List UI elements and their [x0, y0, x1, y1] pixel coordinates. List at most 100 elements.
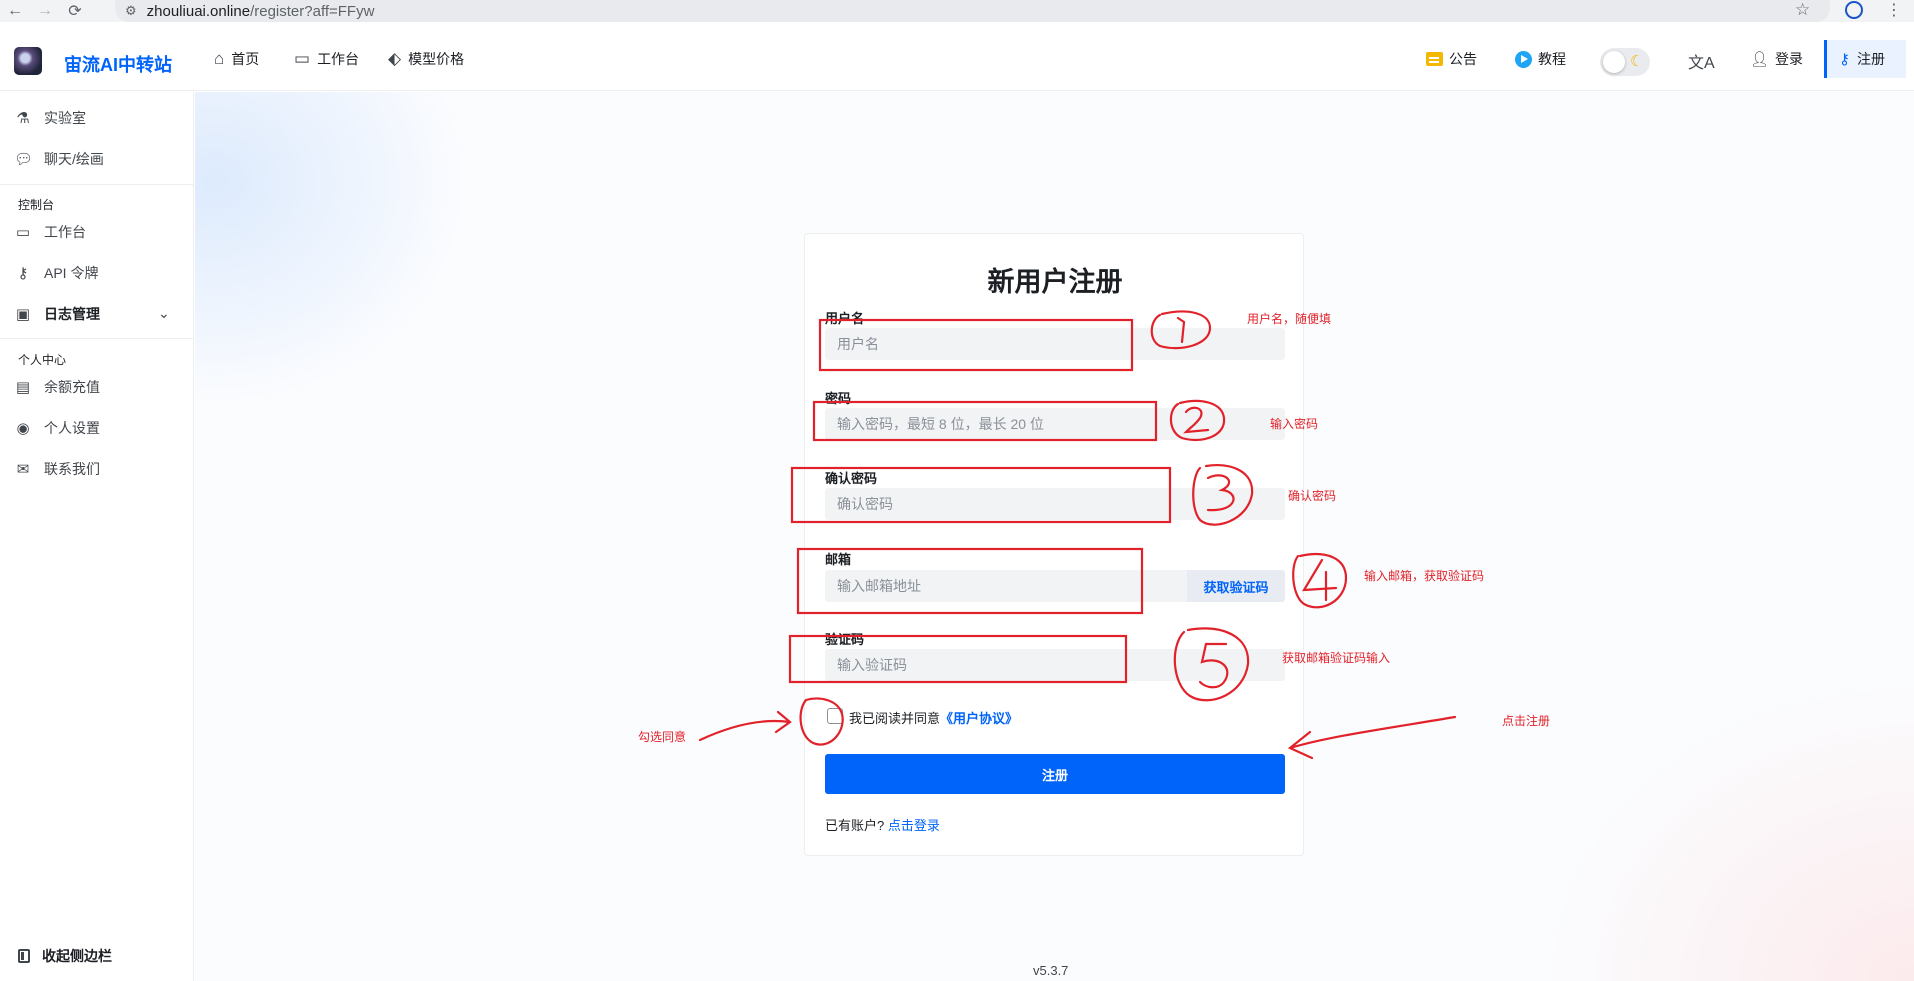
password-label: 密码 [825, 391, 852, 406]
sidebar-item-api-token[interactable]: ⚷ API 令牌 [14, 263, 99, 283]
url-host: zhouliuai.online [146, 2, 251, 20]
sidebar-item-recharge[interactable]: ▤ 余额充值 [14, 377, 100, 397]
profile-icon[interactable] [1845, 1, 1863, 19]
have-account-label: 已有账户? [825, 818, 885, 833]
register-card: 新用户注册 用户名 密码 确认密码 邮箱 获取验证码 验证码 我已阅读并同意《用… [804, 233, 1304, 856]
key-icon: ⚷ [17, 265, 29, 282]
browser-toolbar: ← → ⟳ ⚙ zhouliuai.online/register?aff=FF… [0, 0, 1914, 22]
moon-icon: ☾ [1630, 53, 1644, 70]
chat-icon: 💬︎ [14, 151, 34, 168]
sidebar-divider [0, 338, 194, 339]
brand-name[interactable]: 宙流AI中转站 [64, 51, 172, 77]
user-icon: 👤︎ [1750, 51, 1770, 68]
agree-text: 我已阅读并同意《用户协议》 [849, 708, 1018, 727]
tutorial-button[interactable]: 教程 [1515, 49, 1566, 69]
sidebar-item-settings[interactable]: ◉ 个人设置 [14, 418, 100, 438]
verification-code-label: 验证码 [825, 632, 865, 647]
sidebar-item-label: 实验室 [44, 110, 86, 126]
sidebar-group-personal: 个人中心 [18, 353, 67, 367]
forward-icon[interactable]: → [30, 2, 60, 20]
register-button[interactable]: ⚷ 注册 [1824, 40, 1906, 78]
sidebar-item-logs[interactable]: ▣ 日志管理 [14, 304, 100, 324]
play-icon [1515, 50, 1532, 68]
sidebar-collapse-icon [18, 949, 30, 963]
tutorial-label: 教程 [1538, 51, 1566, 67]
back-icon[interactable]: ← [0, 2, 30, 20]
confirm-password-label: 确认密码 [825, 471, 878, 486]
flask-icon: ⚗ [16, 110, 30, 127]
sidebar-item-contact[interactable]: ✉ 联系我们 [14, 459, 100, 479]
agree-checkbox[interactable] [827, 708, 843, 724]
login-label: 登录 [1775, 51, 1804, 67]
calendar-icon: ▣ [15, 306, 31, 323]
login-link[interactable]: 点击登录 [888, 818, 940, 833]
site-settings-icon[interactable]: ⚙ [125, 3, 137, 19]
nav-pricing-label: 模型价格 [408, 51, 465, 67]
version-label: v5.3.7 [1033, 963, 1069, 978]
sidebar-item-label: API 令牌 [44, 265, 99, 281]
announcement-button[interactable]: 公告 [1426, 49, 1477, 69]
browser-menu-icon[interactable]: ⋮ [1886, 0, 1902, 20]
sidebar-item-label: 工作台 [44, 224, 86, 240]
annotation-label-1: 用户名，随便填 [1247, 312, 1332, 326]
nav-pricing[interactable]: ⬖ 模型价格 [388, 49, 464, 69]
nav-home-label: 首页 [231, 51, 260, 67]
sidebar-item-label: 日志管理 [44, 306, 100, 322]
bookmark-star-icon[interactable]: ☆ [1795, 0, 1810, 20]
email-input[interactable] [825, 570, 1187, 602]
reload-icon[interactable]: ⟳ [60, 1, 90, 21]
username-input[interactable] [825, 328, 1285, 360]
sidebar-item-label: 余额充值 [44, 379, 100, 395]
annotation-label-3: 确认密码 [1288, 489, 1337, 503]
sidebar: ⚗ 实验室 💬︎ 聊天/绘画 控制台 ▭ 工作台 ⚷ API 令牌 ▣ 日志管理… [0, 92, 194, 981]
announcement-label: 公告 [1449, 51, 1477, 67]
url-path: /register?aff=FFyw [250, 2, 375, 20]
wallet-icon: ▤ [15, 379, 31, 396]
password-input[interactable] [825, 408, 1285, 440]
sidebar-item-label: 联系我们 [44, 461, 100, 477]
annotation-label-5: 获取邮箱验证码输入 [1282, 651, 1391, 665]
email-label: 邮箱 [825, 552, 852, 567]
sidebar-item-label: 个人设置 [44, 420, 100, 436]
user-agreement-link[interactable]: 《用户协议》 [940, 711, 1018, 726]
sidebar-item-workbench[interactable]: ▭ 工作台 [14, 222, 86, 242]
home-icon: ⌂ [214, 49, 225, 68]
page-title: 新用户注册 [987, 267, 1123, 297]
brand-logo[interactable] [14, 47, 42, 75]
theme-toggle[interactable]: ☾ [1600, 48, 1650, 76]
annotation-label-check: 勾选同意 [638, 730, 687, 744]
sidebar-item-chat[interactable]: 💬︎ 聊天/绘画 [14, 149, 104, 169]
collapse-sidebar-button[interactable]: 收起侧边栏 [18, 946, 112, 966]
confirm-password-input[interactable] [825, 488, 1285, 520]
address-bar[interactable]: ⚙ zhouliuai.online/register?aff=FFyw [115, 0, 1830, 22]
sidebar-divider [0, 184, 194, 185]
get-code-button[interactable]: 获取验证码 [1187, 570, 1285, 602]
announcement-icon [1426, 52, 1443, 66]
key-icon: ⚷ [1839, 51, 1850, 68]
nav-workbench[interactable]: ▭ 工作台 [294, 49, 359, 69]
monitor-icon: ▭ [15, 224, 31, 241]
nav-home[interactable]: ⌂ 首页 [214, 49, 259, 69]
sidebar-item-lab[interactable]: ⚗ 实验室 [14, 108, 86, 128]
annotation-label-2: 输入密码 [1270, 417, 1319, 431]
collapse-label: 收起侧边栏 [42, 948, 112, 964]
verification-code-input[interactable] [825, 649, 1285, 681]
nav-workbench-label: 工作台 [317, 51, 360, 67]
annotation-label-submit: 点击注册 [1502, 714, 1551, 728]
mail-icon: ✉ [16, 461, 30, 478]
agree-label: 我已阅读并同意 [849, 711, 941, 726]
have-account-text: 已有账户? 点击登录 [825, 815, 940, 834]
annotation-label-4: 输入邮箱，获取验证码 [1364, 569, 1485, 583]
chevron-down-icon[interactable]: ⌄ [158, 305, 170, 322]
login-button[interactable]: 👤︎ 登录 [1750, 49, 1803, 69]
tag-icon: ⬖ [388, 49, 402, 68]
language-button[interactable]: 文A [1688, 49, 1715, 73]
sidebar-group-console: 控制台 [18, 198, 55, 212]
register-label: 注册 [1857, 51, 1885, 67]
submit-register-button[interactable]: 注册 [825, 754, 1285, 794]
sidebar-item-label: 聊天/绘画 [44, 151, 104, 167]
translate-icon: 文A [1688, 55, 1715, 72]
user-circle-icon: ◉ [16, 420, 30, 437]
username-label: 用户名 [825, 311, 865, 326]
monitor-icon: ▭ [294, 49, 311, 68]
